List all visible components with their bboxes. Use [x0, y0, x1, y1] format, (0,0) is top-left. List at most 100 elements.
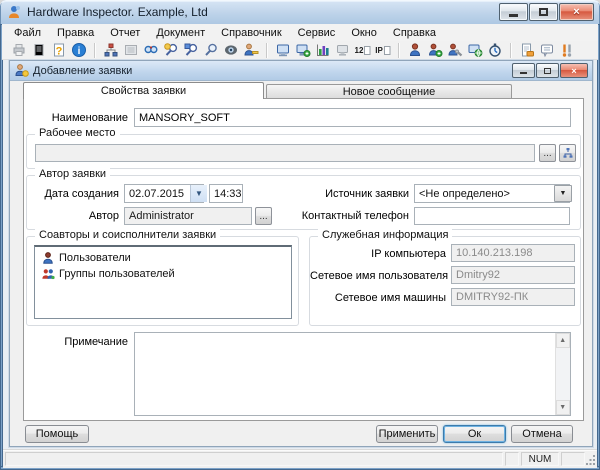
note-scrollbar[interactable]: ▲ ▼: [555, 333, 570, 415]
workplace-group-label: Рабочее место: [35, 127, 120, 139]
list-icon: [121, 42, 141, 59]
chevron-down-icon[interactable]: ▼: [554, 185, 572, 202]
coauthors-listbox: Пользователи Группы пользователей: [34, 245, 292, 319]
chart-icon[interactable]: [313, 42, 333, 59]
list-item-users[interactable]: Пользователи: [37, 250, 289, 266]
user-group-icon: [41, 267, 55, 281]
workplace-tree-icon: [562, 147, 574, 159]
dialog-maximize-button[interactable]: [536, 63, 559, 78]
name-label: Наименование: [24, 112, 128, 124]
dialog-minimize-button[interactable]: [512, 63, 535, 78]
menu-document[interactable]: Документ: [148, 26, 213, 40]
magnifier-icon[interactable]: [201, 42, 221, 59]
note-field-wrapper: ▲ ▼: [134, 332, 571, 416]
window-title: Hardware Inspector. Example, Ltd: [27, 5, 208, 19]
info-icon[interactable]: i: [69, 42, 89, 59]
search-history-icon[interactable]: [161, 42, 181, 59]
user-tools-icon[interactable]: [445, 42, 465, 59]
tools-icon[interactable]: [557, 42, 577, 59]
message-icon[interactable]: [537, 42, 557, 59]
inventory-number-icon[interactable]: 12: [353, 42, 373, 59]
contact-phone-input[interactable]: [414, 207, 570, 225]
user-add-icon[interactable]: [425, 42, 445, 59]
status-pane: [505, 452, 519, 466]
workplace-groupbox: Рабочее место ...: [26, 134, 581, 169]
cancel-button[interactable]: Отмена: [511, 425, 573, 443]
minimize-button[interactable]: [499, 3, 528, 21]
new-document-icon[interactable]: [517, 42, 537, 59]
minimize-icon: [509, 14, 518, 17]
tab-request-properties[interactable]: Свойства заявки: [23, 82, 264, 99]
list-item-label: Группы пользователей: [59, 268, 175, 280]
coauthors-group-label: Соавторы и соисполнители заявки: [35, 229, 220, 241]
menu-file[interactable]: Файл: [6, 26, 49, 40]
svg-text:?: ?: [56, 46, 63, 58]
maximize-icon: [539, 8, 548, 16]
search-device-icon[interactable]: [181, 42, 201, 59]
status-pane: [561, 452, 585, 466]
help-icon[interactable]: ?: [49, 42, 69, 59]
network-user-label: Сетевое имя пользователя: [310, 270, 446, 282]
status-bar: NUM: [3, 449, 597, 468]
chevron-down-icon[interactable]: ▼: [190, 185, 207, 202]
computer-add-icon[interactable]: [293, 42, 313, 59]
creation-date-combo[interactable]: 02.07.2015 ▼: [124, 184, 204, 203]
ip-address-icon[interactable]: IP: [373, 42, 393, 59]
search-users-icon[interactable]: [141, 42, 161, 59]
workplace-tree-button[interactable]: [559, 144, 576, 162]
workplace-field: [35, 144, 535, 162]
help-button[interactable]: Помощь: [25, 425, 89, 443]
scroll-down-icon[interactable]: ▼: [556, 400, 570, 415]
status-num-pane: NUM: [521, 452, 559, 466]
coauthors-groupbox: Соавторы и соисполнители заявки Пользова…: [26, 236, 299, 326]
menu-window[interactable]: Окно: [343, 26, 385, 40]
ok-button[interactable]: Ок: [443, 425, 506, 443]
menu-bar: Файл Правка Отчет Документ Справочник Се…: [2, 24, 598, 41]
apply-button[interactable]: Применить: [376, 425, 438, 443]
ip-field: 10.140.213.198: [451, 244, 575, 262]
author-groupbox: Автор заявки Дата создания 02.07.2015 ▼ …: [26, 175, 581, 230]
computer-globe-icon[interactable]: [465, 42, 485, 59]
ip-label: IP компьютера: [310, 248, 446, 260]
tab-page-properties: Наименование Рабочее место ... Автор зая…: [23, 98, 584, 421]
tree-icon[interactable]: [101, 42, 121, 59]
network-user-field: Dmitry92: [451, 266, 575, 284]
close-icon: ×: [573, 7, 579, 17]
maximize-button[interactable]: [529, 3, 558, 21]
machine-name-label: Сетевое имя машины: [310, 292, 446, 304]
svg-text:i: i: [78, 46, 81, 57]
maximize-icon: [544, 68, 551, 74]
dialog-window: Добавление заявки × Свойства заявки Ново…: [9, 60, 593, 447]
creation-time-field[interactable]: 14:33: [209, 184, 243, 203]
author-browse-button[interactable]: ...: [255, 207, 272, 225]
close-button[interactable]: ×: [559, 3, 594, 21]
menu-service[interactable]: Сервис: [290, 26, 344, 40]
name-input[interactable]: [134, 108, 571, 127]
creation-date-label: Дата создания: [27, 188, 119, 200]
add-request-icon: [14, 63, 29, 78]
request-source-combo[interactable]: <Не определено> ▼: [414, 184, 570, 203]
workplace-browse-button[interactable]: ...: [539, 144, 556, 162]
menu-edit[interactable]: Правка: [49, 26, 102, 40]
service-info-groupbox: Служебная информация IP компьютера 10.14…: [309, 236, 581, 326]
note-label: Примечание: [24, 336, 128, 348]
user-icon[interactable]: [405, 42, 425, 59]
app-icon: [6, 4, 22, 20]
resize-grip[interactable]: [586, 455, 596, 468]
menu-help[interactable]: Справка: [385, 26, 444, 40]
close-icon: ×: [571, 67, 576, 75]
note-textarea[interactable]: [135, 333, 555, 415]
eye-icon[interactable]: [221, 42, 241, 59]
menu-reference[interactable]: Справочник: [213, 26, 290, 40]
computer-icon[interactable]: [273, 42, 293, 59]
user-key-icon[interactable]: [241, 42, 261, 59]
scroll-up-icon[interactable]: ▲: [556, 333, 570, 348]
contact-phone-label: Контактный телефон: [297, 210, 409, 222]
menu-report[interactable]: Отчет: [102, 26, 148, 40]
tab-new-message[interactable]: Новое сообщение: [266, 84, 512, 99]
stopwatch-icon[interactable]: [485, 42, 505, 59]
dialog-close-button[interactable]: ×: [560, 63, 588, 78]
print-icon: [9, 42, 29, 59]
list-item-user-groups[interactable]: Группы пользователей: [37, 266, 289, 282]
service-group-label: Служебная информация: [318, 229, 452, 241]
